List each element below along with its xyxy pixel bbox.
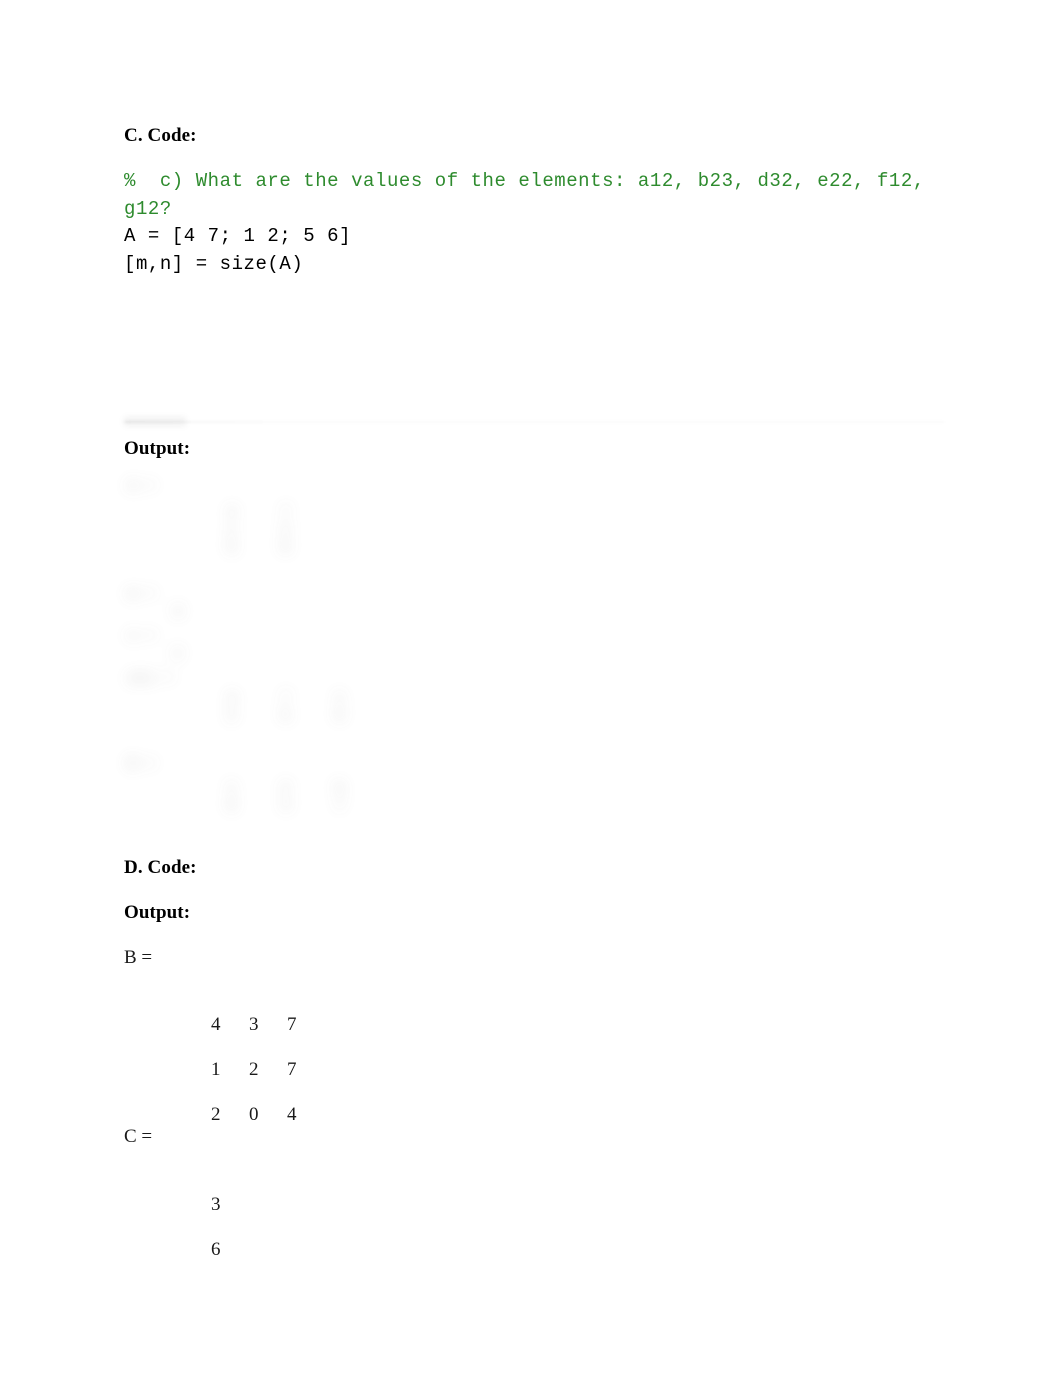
matrix-cell: 6 (211, 1239, 221, 1260)
console-line: m = (128, 586, 156, 603)
console-line: 5 6 (182, 540, 291, 557)
matrix-cell: 2 (211, 1104, 221, 1125)
matrix-cell: 2 (249, 1059, 259, 1080)
section-c-output-heading-wrap: Output: (124, 437, 944, 460)
console-line: 4 7 1 (182, 690, 345, 707)
matrix-cell: 1 (211, 1059, 221, 1080)
console-line: 1 2 (182, 522, 291, 539)
console-line: 1 2 5 (182, 780, 345, 797)
result-b-label: B = (124, 947, 153, 968)
code-line-1: A = [4 7; 1 2; 5 6] (124, 225, 352, 247)
section-d-output-heading-wrap: Output: (124, 901, 944, 924)
section-d-heading: D. Code: (124, 857, 197, 878)
section-divider (124, 417, 944, 427)
matrix-cell: 4 (287, 1104, 297, 1125)
console-line: 3 (128, 604, 183, 621)
blurred-console-screenshot: A = 4 7 1 2 5 6 m = 3 n = 2 ans = 4 7 1 … (124, 474, 554, 842)
matrix-cell: 7 (287, 1014, 297, 1035)
result-c-row-2: 6 (124, 1215, 944, 1284)
console-line: A = (128, 478, 156, 495)
document-page: C. Code: % c) What are the values of the… (0, 0, 1062, 1377)
console-line: 6 4 7 (182, 798, 345, 815)
console-line: B = (128, 756, 156, 773)
matrix-cell: 4 (211, 1014, 221, 1035)
section-c-output-heading: Output: (124, 438, 191, 459)
section-d-heading-wrap: D. Code: (124, 856, 944, 879)
section-c-heading-wrap: C. Code: (124, 124, 944, 147)
matrix-cell: 3 (249, 1014, 259, 1035)
code-line-2: [m,n] = size(A) (124, 252, 304, 275)
console-line: n = (128, 628, 156, 645)
divider-rule (124, 421, 944, 423)
matlab-code: % c) What are the values of the elements… (124, 168, 944, 278)
console-line: ans = (128, 670, 174, 687)
console-line: 4 7 (182, 504, 291, 521)
matrix-cell: 3 (211, 1194, 221, 1215)
section-c-code-block: % c) What are the values of the elements… (124, 168, 944, 278)
result-b-label-wrap: B = (124, 946, 944, 969)
section-d-output-heading: Output: (124, 902, 191, 923)
code-comment-line: % c) What are the values of the elements… (124, 170, 937, 220)
section-c-heading: C. Code: (124, 125, 197, 146)
console-line: 2 (128, 646, 183, 663)
console-line: 2 5 6 (182, 708, 345, 725)
result-c-label-wrap: C = (124, 1125, 944, 1148)
matrix-cell: 7 (287, 1059, 297, 1080)
result-c-label: C = (124, 1126, 153, 1147)
matrix-cell: 0 (249, 1104, 259, 1125)
